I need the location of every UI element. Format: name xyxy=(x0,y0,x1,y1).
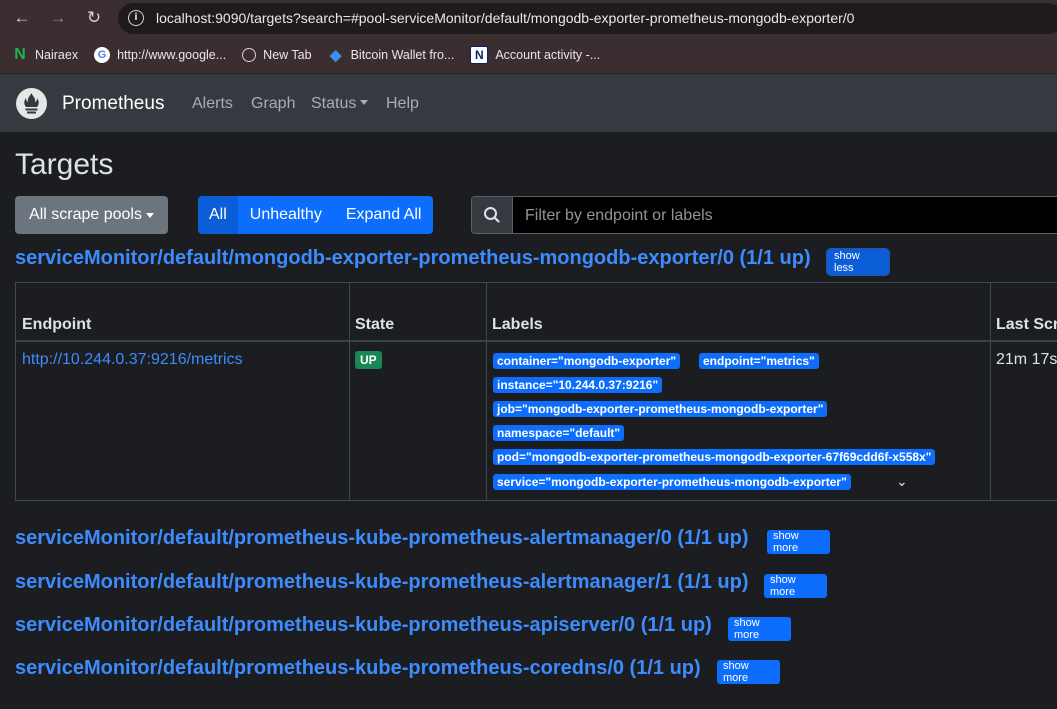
bitcoin-wallet-icon: ◆ xyxy=(329,47,342,64)
google-icon: G xyxy=(94,47,111,63)
label-badge: container="mongodb-exporter" xyxy=(493,353,681,369)
show-more-button[interactable]: show more xyxy=(767,530,830,554)
header-labels: Labels xyxy=(492,316,543,333)
show-more-button[interactable]: show more xyxy=(728,617,791,641)
last-scrape-value: 21m 17s xyxy=(996,351,1057,368)
app-navbar: Prometheus Alerts Graph Status Help xyxy=(0,74,1057,132)
pool-heading-mongodb-exporter[interactable]: serviceMonitor/default/mongodb-exporter-… xyxy=(15,247,811,270)
reload-icon[interactable]: ↻ xyxy=(82,6,106,30)
caret-down-icon xyxy=(360,100,369,105)
search-input[interactable] xyxy=(513,197,1057,233)
caret-down-icon xyxy=(145,212,154,218)
pool-heading-coredns-0[interactable]: serviceMonitor/default/prometheus-kube-p… xyxy=(15,657,701,680)
column-divider xyxy=(486,283,487,500)
nav-status-label: Status xyxy=(311,95,357,112)
back-arrow-icon[interactable]: ← xyxy=(10,6,34,30)
bookmark-label: Bitcoin Wallet fro... xyxy=(350,48,455,62)
scrape-pool-dropdown[interactable]: All scrape pools xyxy=(15,196,168,234)
bookmark-label: Account activity -... xyxy=(495,48,601,62)
filter-button-group: All Unhealthy Expand All xyxy=(198,196,434,234)
n-logo-icon: N xyxy=(470,46,489,64)
bookmarks-bar: N Nairaex G http://www.google... New Tab… xyxy=(0,37,1057,74)
nav-graph[interactable]: Graph xyxy=(251,95,295,113)
filter-unhealthy-button[interactable]: Unhealthy xyxy=(237,196,334,234)
bookmark-bitcoin-wallet[interactable]: ◆ Bitcoin Wallet fro... xyxy=(328,47,455,64)
column-divider xyxy=(990,283,991,500)
show-more-button[interactable]: show more xyxy=(717,660,780,684)
show-more-button[interactable]: show more xyxy=(764,574,827,598)
bookmark-label: http://www.google... xyxy=(117,48,227,62)
page-title: Targets xyxy=(15,148,114,181)
header-last-scrape: Last Scr xyxy=(996,316,1057,333)
label-badge: service="mongodb-exporter-prometheus-mon… xyxy=(493,474,851,490)
bookmark-label: New Tab xyxy=(263,48,312,62)
url-text[interactable]: localhost:9090/targets?search=#pool-serv… xyxy=(156,10,854,26)
pool-heading-apiserver-0[interactable]: serviceMonitor/default/prometheus-kube-p… xyxy=(15,614,712,637)
scrape-pool-label: All scrape pools xyxy=(29,206,142,223)
brand-name[interactable]: Prometheus xyxy=(62,93,164,115)
nav-help[interactable]: Help xyxy=(386,95,419,113)
bookmark-google[interactable]: G http://www.google... xyxy=(94,47,226,63)
bookmark-new-tab[interactable]: New Tab xyxy=(242,48,312,62)
browser-toolbar: ← → ↻ i localhost:9090/targets?search=#p… xyxy=(0,0,1057,37)
bookmark-account-activity[interactable]: N Account activity -... xyxy=(470,46,600,64)
bookmark-label: Nairaex xyxy=(35,48,79,62)
label-badge: instance="10.244.0.37:9216" xyxy=(493,377,663,393)
bookmark-nairaex[interactable]: N Nairaex xyxy=(12,46,79,63)
targets-table: Endpoint State Labels Last Scr http://10… xyxy=(15,282,1057,501)
column-divider xyxy=(349,283,350,500)
expand-all-button[interactable]: Expand All xyxy=(333,196,434,234)
endpoint-link[interactable]: http://10.244.0.37:9216/metrics xyxy=(22,351,243,369)
search-group xyxy=(471,196,1057,234)
label-badge: job="mongodb-exporter-prometheus-mongodb… xyxy=(493,401,828,417)
state-badge: UP xyxy=(355,351,382,369)
header-endpoint: Endpoint xyxy=(22,316,92,333)
pool-heading-alertmanager-1[interactable]: serviceMonitor/default/prometheus-kube-p… xyxy=(15,571,749,594)
pool-heading-alertmanager-0[interactable]: serviceMonitor/default/prometheus-kube-p… xyxy=(15,527,749,550)
label-badge: endpoint="metrics" xyxy=(699,353,819,369)
chevron-down-icon[interactable]: ⌄ xyxy=(896,473,908,490)
naira-n-icon: N xyxy=(14,46,26,63)
label-badge: pod="mongodb-exporter-prometheus-mongodb… xyxy=(493,449,936,465)
cutoff-unhealthy-pool-row xyxy=(15,697,945,709)
site-info-icon[interactable]: i xyxy=(128,10,144,26)
filter-all-button[interactable]: All xyxy=(198,196,238,234)
prometheus-logo-icon[interactable] xyxy=(16,88,47,119)
nav-alerts[interactable]: Alerts xyxy=(192,95,233,113)
header-state: State xyxy=(355,316,395,333)
forward-arrow-icon[interactable]: → xyxy=(46,6,70,30)
nav-status[interactable]: Status xyxy=(311,95,369,113)
show-less-button[interactable]: show less xyxy=(828,250,888,274)
search-icon xyxy=(472,197,513,233)
globe-icon xyxy=(242,48,257,62)
address-bar[interactable]: i localhost:9090/targets?search=#pool-se… xyxy=(118,3,1057,34)
header-divider xyxy=(16,340,1057,342)
label-badge: namespace="default" xyxy=(493,425,625,441)
